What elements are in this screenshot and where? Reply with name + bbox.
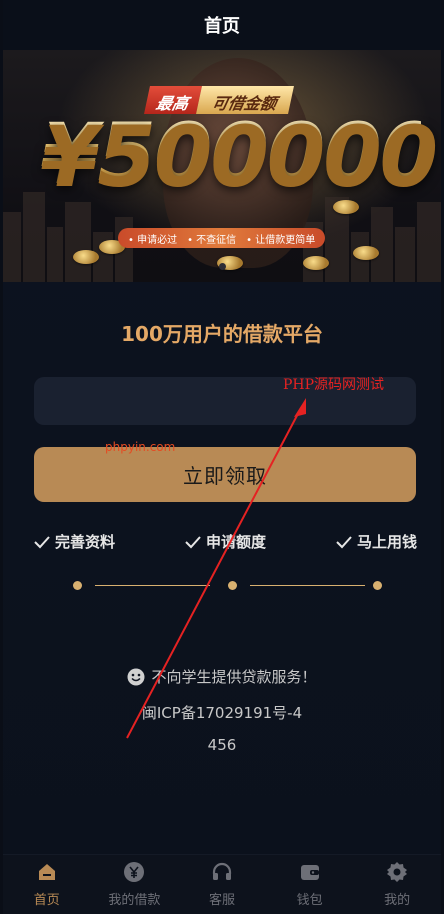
tab-my-loans[interactable]: 我的借款 bbox=[94, 861, 174, 908]
slogan-item: 让借款更简单 bbox=[246, 231, 315, 246]
checkmark-icon bbox=[336, 535, 352, 548]
smile-icon bbox=[127, 668, 145, 685]
progress-line bbox=[95, 585, 210, 586]
home-icon bbox=[38, 864, 55, 880]
notice-text: 不向学生提供贷款服务！ bbox=[151, 668, 317, 686]
slogan-item: 不查征信 bbox=[187, 231, 236, 246]
yen-icon bbox=[124, 862, 145, 882]
tab-label: 首页 bbox=[33, 893, 60, 908]
headset-icon bbox=[212, 862, 232, 880]
extra-text: 456 bbox=[207, 736, 237, 754]
watermark-url: phpyin.com bbox=[105, 440, 176, 454]
page-title: 首页 bbox=[204, 16, 240, 37]
steps-progress bbox=[73, 578, 383, 592]
steps-row: 完善资料 申请额度 马上用钱 bbox=[33, 531, 417, 552]
promo-banner[interactable]: 最高 可借金额 ¥500000 申请必过 不查征信 让借款更简单 bbox=[3, 50, 441, 282]
tab-mine[interactable]: 我的 bbox=[357, 861, 437, 908]
progress-line bbox=[250, 585, 365, 586]
step-label: 马上用钱 bbox=[356, 533, 417, 551]
step-use-money: 马上用钱 bbox=[335, 531, 417, 552]
step-apply-limit: 申请额度 bbox=[184, 531, 266, 552]
slogan-pill: 申请必过 不查征信 让借款更简单 bbox=[118, 228, 326, 248]
gear-icon bbox=[387, 862, 408, 882]
max-amount-value: ¥500000 bbox=[41, 105, 438, 203]
student-notice: 不向学生提供贷款服务！ bbox=[3, 666, 441, 687]
tab-home[interactable]: 首页 bbox=[7, 861, 87, 908]
step-label: 完善资料 bbox=[55, 533, 116, 551]
slogan-item: 申请必过 bbox=[128, 231, 177, 246]
claim-button[interactable]: 立即领取 bbox=[34, 447, 416, 502]
carousel-dot[interactable] bbox=[218, 263, 226, 270]
coin-image bbox=[353, 246, 379, 260]
coin-image bbox=[73, 250, 99, 264]
watermark-text: PHP源码网测试 bbox=[283, 377, 385, 393]
app-page: 首页 最高 可借金额 ¥500000 申请必过 不查征信 让 bbox=[0, 0, 444, 914]
progress-dot bbox=[373, 581, 382, 590]
carousel-indicator bbox=[3, 263, 441, 270]
progress-dot bbox=[228, 581, 237, 590]
claim-button-label: 立即领取 bbox=[183, 464, 267, 488]
tab-label: 钱包 bbox=[296, 893, 323, 908]
step-complete-info: 完善资料 bbox=[33, 531, 115, 552]
tab-label: 客服 bbox=[208, 893, 235, 908]
step-label: 申请额度 bbox=[205, 533, 266, 551]
tab-label: 我的 bbox=[384, 893, 411, 908]
progress-dot bbox=[73, 581, 82, 590]
platform-title: 100万用户的借款平台 bbox=[121, 322, 323, 346]
tab-customer-service[interactable]: 客服 bbox=[182, 861, 262, 908]
checkmark-icon bbox=[185, 535, 201, 548]
app-header: 首页 bbox=[3, 0, 441, 50]
icp-license[interactable]: 闽ICP备17029191号-4 bbox=[3, 702, 441, 723]
tab-wallet[interactable]: 钱包 bbox=[270, 861, 350, 908]
tab-label: 我的借款 bbox=[108, 893, 161, 908]
checkmark-icon bbox=[34, 535, 50, 548]
bottom-tabbar: 首页 我的借款 客服 钱包 我的 bbox=[3, 854, 441, 914]
wallet-icon bbox=[300, 865, 319, 880]
